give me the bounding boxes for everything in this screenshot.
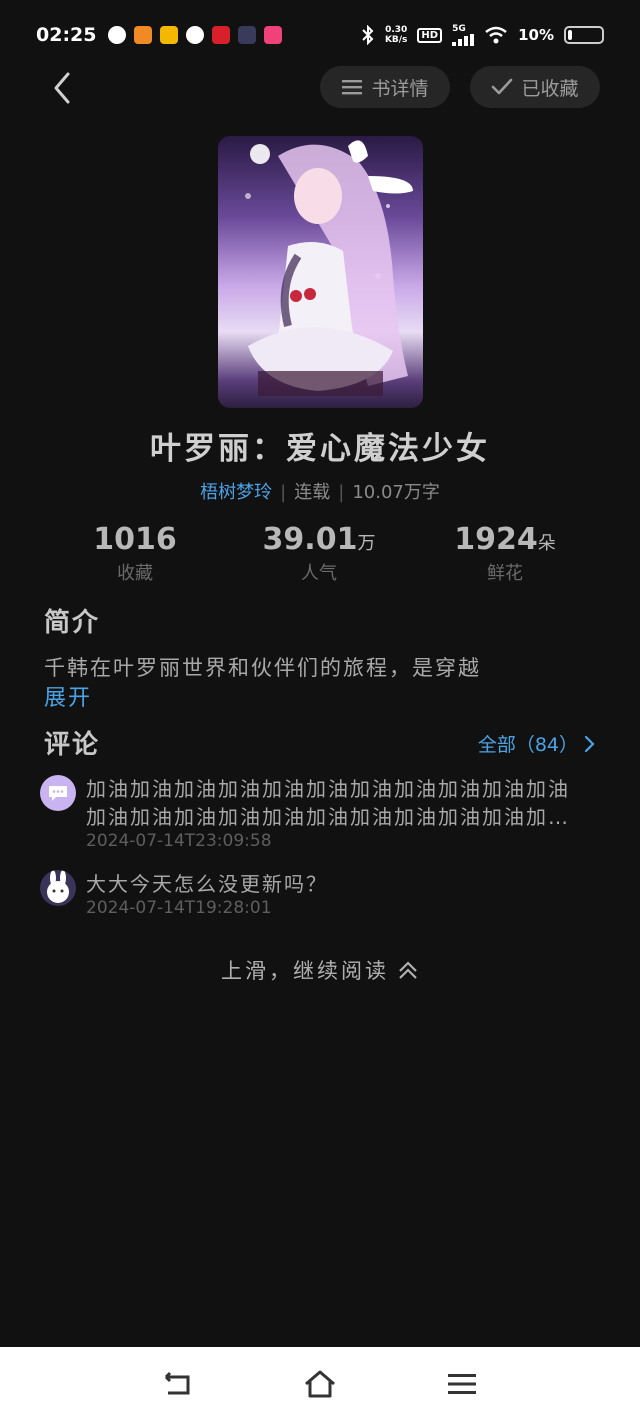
top-nav: 书详情 已收藏 bbox=[0, 66, 640, 110]
net-speed-value: 0.30 bbox=[385, 25, 408, 35]
continue-reading-hint[interactable]: 上滑，继续阅读 bbox=[0, 955, 640, 985]
continue-reading-label: 上滑，继续阅读 bbox=[221, 959, 389, 983]
checkmark-icon bbox=[492, 78, 513, 95]
stat-flowers: 1924朵 鲜花 bbox=[415, 522, 595, 585]
double-chevron-up-icon bbox=[399, 961, 417, 979]
battery-icon bbox=[564, 26, 604, 44]
battery-percent: 10% bbox=[518, 26, 554, 44]
stat-label: 人气 bbox=[301, 563, 337, 584]
wifi-icon bbox=[485, 26, 507, 44]
all-comments-label: 全部（84） bbox=[477, 734, 578, 756]
expand-link[interactable]: 展开 bbox=[44, 680, 92, 712]
stat-value: 1924 bbox=[454, 522, 538, 557]
comment-time: 2024-07-14T19:28:01 bbox=[86, 898, 272, 918]
back-nav-icon[interactable] bbox=[160, 1369, 194, 1399]
all-comments-link[interactable]: 全部（84） bbox=[478, 730, 596, 757]
avatar[interactable] bbox=[40, 870, 76, 906]
stat-value: 39.01 bbox=[262, 522, 358, 557]
chat-bubble-icon bbox=[49, 786, 67, 801]
notification-icons bbox=[108, 26, 283, 44]
chevron-left-icon[interactable] bbox=[48, 70, 78, 106]
intro-text: 千韩在叶罗丽世界和伙伴们的旅程，是穿越 bbox=[44, 656, 481, 680]
app-notification-icon bbox=[108, 26, 127, 44]
menu-nav-icon[interactable] bbox=[445, 1369, 479, 1399]
stat-popularity: 39.01万 人气 bbox=[229, 522, 409, 585]
stat-label: 鲜花 bbox=[487, 563, 523, 584]
status-time: 02:25 bbox=[36, 24, 97, 46]
cover-illustration bbox=[245, 140, 413, 396]
status-right: 0.30 KB/s HD 5G 10% bbox=[361, 23, 604, 46]
stat-unit: 朵 bbox=[537, 533, 556, 554]
bluetooth-icon bbox=[362, 25, 374, 45]
favorited-button[interactable]: 已收藏 bbox=[470, 66, 600, 108]
comments-heading: 评论 bbox=[44, 730, 101, 760]
app-notification-icon bbox=[212, 26, 231, 44]
chevron-right-icon bbox=[584, 735, 595, 752]
comment-text: 加油加油加油加油加油加油加油加油加油加油加油加油加油加油加油加油加油加油加油加油… bbox=[86, 777, 570, 829]
stat-unit: 万 bbox=[357, 533, 376, 554]
intro-heading: 简介 bbox=[44, 608, 101, 638]
rabbit-avatar-image bbox=[47, 870, 69, 903]
app-notification-icon bbox=[160, 26, 179, 44]
avatar[interactable] bbox=[40, 775, 76, 811]
home-nav-icon[interactable] bbox=[303, 1369, 337, 1399]
comment-text: 大大今天怎么没更新吗？ bbox=[86, 872, 328, 896]
net-speed: 0.30 KB/s bbox=[385, 25, 407, 45]
app-notification-icon bbox=[134, 26, 153, 44]
stat-value: 1016 bbox=[93, 522, 177, 557]
book-detail-button[interactable]: 书详情 bbox=[320, 66, 450, 108]
comment-item[interactable]: 加油加油加油加油加油加油加油加油加油加油加油加油加油加油加油加油加油加油加油加油… bbox=[40, 775, 600, 855]
book-detail-label: 书详情 bbox=[371, 77, 429, 100]
comment-item[interactable]: 大大今天怎么没更新吗？ 2024-07-14T19:28:01 bbox=[40, 870, 600, 920]
app-notification-icon bbox=[238, 26, 257, 44]
app-notification-icon bbox=[264, 26, 283, 44]
word-count: 10.07万字 bbox=[352, 482, 440, 503]
menu-lines-icon bbox=[342, 80, 363, 95]
system-nav-bar bbox=[0, 1347, 640, 1422]
hd-badge: HD bbox=[417, 27, 443, 43]
book-meta: 梧树梦玲 | 连载 | 10.07万字 bbox=[200, 482, 440, 503]
status-bar: 02:25 0.30 KB/s HD 5G 10% bbox=[0, 0, 640, 70]
book-title: 叶罗丽：爱心魔法少女 bbox=[150, 431, 490, 467]
app-notification-icon bbox=[186, 26, 205, 44]
stat-label: 收藏 bbox=[117, 563, 153, 584]
serial-status: 连载 bbox=[294, 482, 331, 503]
network-type: 5G bbox=[452, 23, 466, 34]
book-cover-image[interactable] bbox=[218, 136, 423, 408]
author-link[interactable]: 梧树梦玲 bbox=[200, 482, 272, 503]
net-speed-unit: KB/s bbox=[384, 35, 408, 45]
cellular-signal-icon: 5G bbox=[452, 23, 475, 46]
favorited-label: 已收藏 bbox=[521, 77, 579, 100]
comment-time: 2024-07-14T23:09:58 bbox=[86, 831, 272, 851]
stat-favorites: 1016 收藏 bbox=[45, 522, 225, 585]
